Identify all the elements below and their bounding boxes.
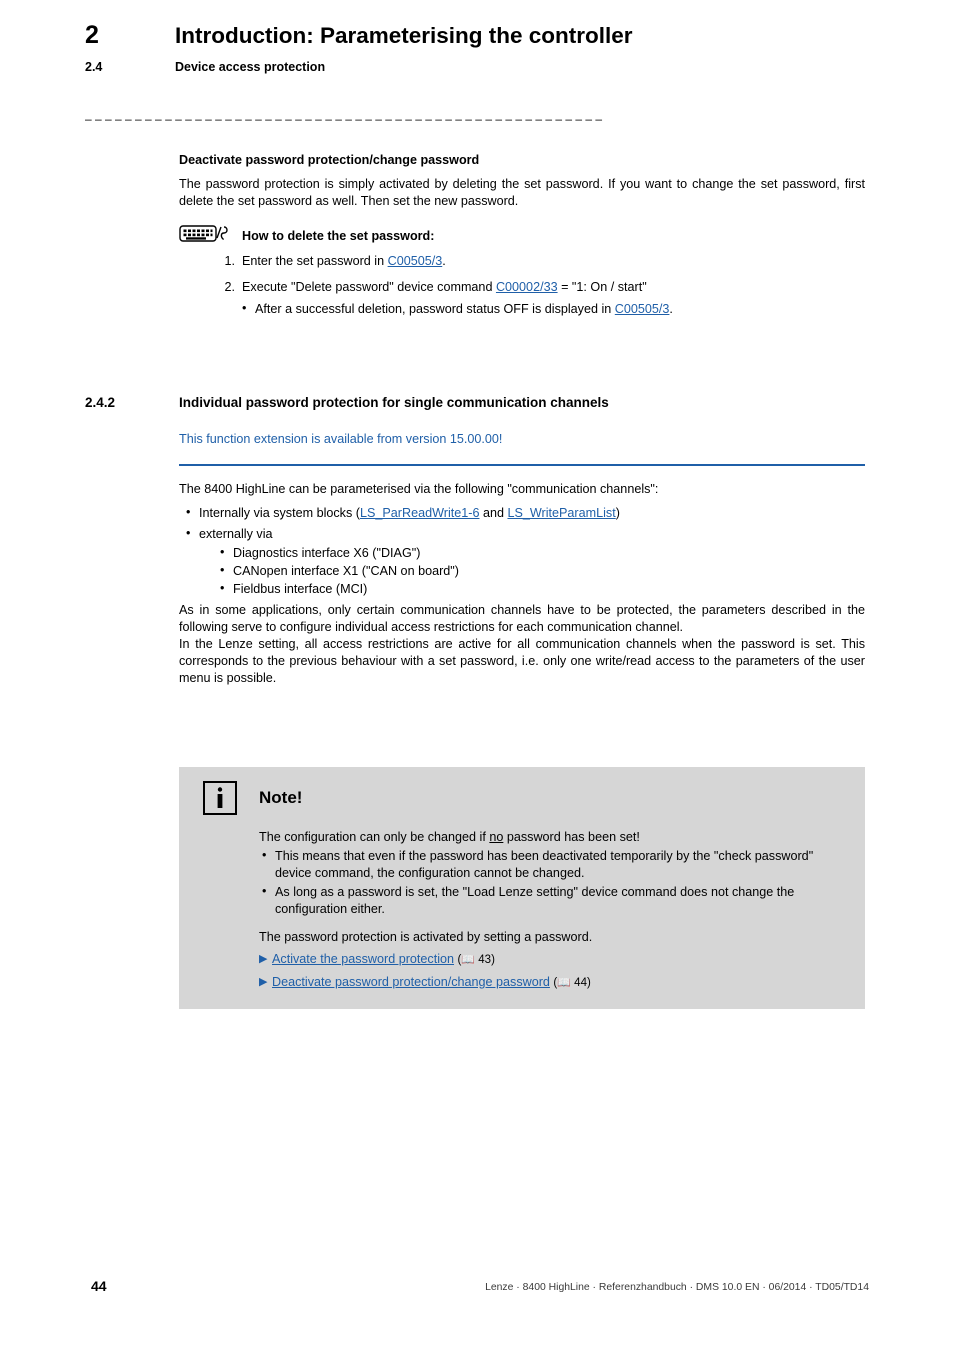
- subsection-heading: 2.4.2 Individual password protection for…: [85, 395, 870, 410]
- section-title: Device access protection: [175, 59, 326, 74]
- step-2-text-a: Execute "Delete password" device command: [242, 280, 496, 294]
- blue-rule: [179, 464, 865, 466]
- howto-step-2: 2. Execute "Delete password" device comm…: [179, 279, 865, 318]
- note-bullet-list: This means that even if the password has…: [259, 847, 847, 918]
- howto-steps: 1. Enter the set password in C00505/3. 2…: [179, 253, 865, 318]
- step-2-number: 2.: [224, 280, 235, 294]
- howto-block: How to delete the set password: 1. Enter…: [179, 225, 865, 318]
- step-2-text-b: = "1: On / start": [557, 280, 647, 294]
- subsection-title: Individual password protection for singl…: [179, 395, 609, 410]
- link-c00505-3-step1[interactable]: C00505/3: [388, 254, 443, 268]
- chapter-number: 2: [85, 21, 99, 49]
- version-note: This function extension is available fro…: [179, 432, 503, 446]
- note-title: Note!: [259, 788, 303, 807]
- xref-page-number-0: 43: [478, 954, 492, 967]
- block2-paragraph-1: As in some applications, only certain co…: [179, 603, 865, 634]
- channels-list-item-external: externally via Diagnostics interface X6 …: [179, 525, 865, 598]
- note-xref-1[interactable]: ▶ Deactivate password protection/change …: [259, 974, 847, 991]
- document-page: 2 Introduction: Parameterising the contr…: [0, 0, 954, 1350]
- block2-paragraph-2: In the Lenze setting, all access restric…: [179, 637, 865, 685]
- xref-arrow-icon-0: ▶: [259, 953, 268, 966]
- channels-list: Internally via system blocks (LS_ParRead…: [179, 504, 865, 598]
- section-number: 2.4: [85, 59, 103, 74]
- substep-text-a: After a successful deletion, password st…: [255, 302, 615, 316]
- footer-text: Lenze · 8400 HighLine · Referenzhandbuch…: [485, 1282, 869, 1293]
- block1-paragraph: The password protection is simply activa…: [179, 177, 865, 208]
- step-1-text-b: .: [442, 254, 446, 268]
- bullet2-text: externally via: [199, 527, 273, 541]
- note-title-row: Note!: [197, 781, 847, 815]
- note-box: Note! The configuration can only be chan…: [179, 767, 865, 1010]
- howto-step-2-substeps: After a successful deletion, password st…: [242, 300, 865, 318]
- note-body: The configuration can only be changed if…: [197, 829, 847, 991]
- book-icon-1: 📖: [557, 976, 571, 989]
- header-section-row: 2.4 Device access protection: [85, 60, 870, 74]
- note-closing: The password protection is activated by …: [259, 930, 593, 945]
- xref-arrow-icon-1: ▶: [259, 975, 268, 988]
- page-header: 2 Introduction: Parameterising the contr…: [85, 21, 870, 74]
- note-bullet-0: This means that even if the password has…: [259, 847, 847, 882]
- note-line-1: The configuration can only be changed if…: [259, 829, 847, 846]
- bullet1-text-a: Internally via system blocks (: [199, 506, 360, 520]
- substep-text-b: .: [669, 302, 673, 316]
- note-bullet-1: As long as a password is set, the "Load …: [259, 883, 847, 918]
- block1-heading: Deactivate password protection/change pa…: [179, 153, 480, 167]
- note-xref-0[interactable]: ▶ Activate the password protection (📖 43…: [259, 951, 847, 968]
- keyboard-icon: [179, 222, 235, 246]
- note-line1-b: password has been set!: [503, 830, 640, 844]
- external-channel-item-2: Fieldbus interface (MCI): [219, 580, 865, 598]
- external-channels-list: Diagnostics interface X6 ("DIAG") CANope…: [199, 544, 865, 598]
- note-inner: Note! The configuration can only be chan…: [179, 767, 865, 1009]
- link-c00505-3-substep[interactable]: C00505/3: [615, 302, 670, 316]
- external-channel-item-1: CANopen interface X1 ("CAN on board"): [219, 562, 865, 580]
- xref-page-1: (📖 44): [553, 976, 591, 989]
- communication-channels-block: The 8400 HighLine can be parameterised v…: [179, 481, 865, 687]
- link-ls-parreadwrite1-6[interactable]: LS_ParReadWrite1-6: [360, 506, 479, 520]
- bullet1-mid: and: [479, 506, 508, 520]
- xref-page-0: (📖 43): [457, 954, 495, 967]
- chapter-title: Introduction: Parameterising the control…: [175, 23, 633, 48]
- block2-intro: The 8400 HighLine can be parameterised v…: [179, 482, 659, 496]
- howto-title: How to delete the set password:: [242, 229, 435, 243]
- step-1-number: 1.: [224, 254, 235, 268]
- step-1-text-a: Enter the set password in: [242, 254, 388, 268]
- deactivate-password-block: Deactivate password protection/change pa…: [179, 152, 865, 327]
- bullet1-text-b: ): [615, 506, 620, 520]
- header-divider: – – – – – – – – – – – – – – – – – – – – …: [85, 112, 603, 126]
- xref-link-activate-password-protection[interactable]: Activate the password protection: [272, 952, 454, 966]
- xref-page-number-1: 44: [574, 976, 587, 989]
- footer-page-number: 44: [91, 1278, 107, 1294]
- link-ls-writeparamlist[interactable]: LS_WriteParamList: [507, 506, 615, 520]
- link-c00002-33[interactable]: C00002/33: [496, 280, 558, 294]
- channels-list-item-internal: Internally via system blocks (LS_ParRead…: [179, 504, 865, 522]
- howto-step-2-sub-1: After a successful deletion, password st…: [242, 300, 865, 318]
- subsection-number: 2.4.2: [85, 395, 116, 410]
- xref-link-deactivate-password-protection[interactable]: Deactivate password protection/change pa…: [272, 975, 550, 989]
- header-chapter-row: 2 Introduction: Parameterising the contr…: [85, 21, 870, 50]
- note-line1-underline: no: [489, 830, 504, 844]
- info-icon: [203, 781, 237, 815]
- note-line1-a: The configuration can only be changed if: [259, 830, 490, 844]
- howto-step-1: 1. Enter the set password in C00505/3.: [179, 253, 865, 270]
- book-icon-0: 📖: [461, 954, 476, 967]
- external-channel-item-0: Diagnostics interface X6 ("DIAG"): [219, 544, 865, 562]
